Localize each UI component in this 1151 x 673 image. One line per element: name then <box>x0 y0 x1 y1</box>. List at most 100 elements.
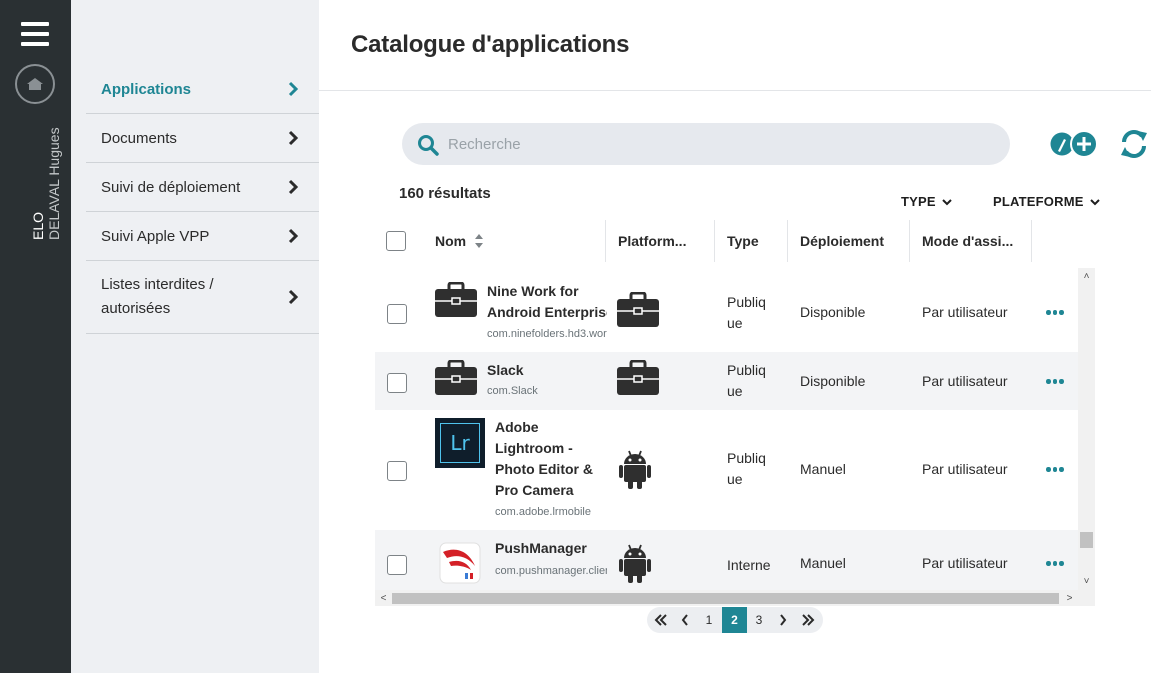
search-bar <box>402 123 1010 165</box>
platform-filter-dropdown[interactable]: PLATEFORME <box>993 194 1100 209</box>
add-application-button[interactable] <box>1050 130 1102 158</box>
column-header-deployment[interactable]: Déploiement <box>800 220 900 262</box>
chevron-right-icon <box>288 228 299 244</box>
type-filter-dropdown[interactable]: TYPE <box>901 194 952 209</box>
column-separator <box>714 220 715 262</box>
table-row[interactable]: Lr Adobe Lightroom - Photo Editor & Pro … <box>375 410 1078 530</box>
menu-item-documents[interactable]: Documents <box>86 114 319 163</box>
app-assignment-mode: Par utilisateur <box>922 461 1008 477</box>
app-package: com.Slack <box>487 385 538 397</box>
app-package: com.ninefolders.hd3.work <box>487 328 607 340</box>
app-type-line: Publiq <box>727 450 766 466</box>
platform-filter-label: PLATEFORME <box>993 194 1084 209</box>
menu-item-applications[interactable]: Applications <box>86 65 319 114</box>
user-info[interactable]: ELO DELAVAL Hugues <box>14 127 62 360</box>
column-header-name[interactable]: Nom <box>435 220 595 262</box>
menu-item-label-line: autorisées <box>101 300 171 317</box>
vertical-scrollbar[interactable]: ˄ ˅ <box>1078 268 1095 590</box>
chevron-right-icon <box>288 81 299 97</box>
app-name-line: Pro Camera <box>495 482 574 498</box>
app-name[interactable]: PushManager <box>495 538 607 559</box>
table-header: Nom Platform... Type Déploiement Mode d'… <box>375 220 1095 262</box>
page-1-button[interactable]: 1 <box>697 607 721 633</box>
app-type: Publiq ue <box>727 448 777 490</box>
column-header-platform[interactable]: Platform... <box>618 220 710 262</box>
app-type-line: Publiq <box>727 362 766 378</box>
app-assignment-mode: Par utilisateur <box>922 304 1008 320</box>
app-deployment: Manuel <box>800 461 846 477</box>
section-menu: Applications Documents Suivi de déploiem… <box>71 0 319 673</box>
scroll-left-arrow-icon[interactable]: < <box>375 590 392 606</box>
previous-page-icon[interactable] <box>673 607 697 633</box>
table-row[interactable]: PushManager com.pushmanager.client Inter… <box>375 530 1078 590</box>
table-row[interactable]: Nine Work for Android Enterprise com.nin… <box>375 268 1078 350</box>
app-package: com.adobe.lrmobile <box>495 506 591 518</box>
app-package: com.pushmanager.client <box>495 565 607 577</box>
first-page-icon[interactable] <box>649 607 673 633</box>
app-deployment: Disponible <box>800 304 866 320</box>
main-content: Catalogue d'applications 160 résultats T… <box>319 0 1151 673</box>
menu-item-apple-vpp[interactable]: Suivi Apple VPP <box>86 212 319 261</box>
column-header-label: Type <box>727 233 759 249</box>
page-title: Catalogue d'applications <box>351 31 630 58</box>
app-name-line: Photo Editor & <box>495 461 593 477</box>
scroll-down-arrow-icon[interactable]: ˅ <box>1078 573 1095 590</box>
horizontal-scrollbar[interactable]: < > <box>375 590 1095 606</box>
pagination: 1 2 3 <box>647 607 823 633</box>
chevron-right-icon <box>288 179 299 195</box>
app-name[interactable]: Slack <box>487 360 607 381</box>
vertical-scrollbar-thumb[interactable] <box>1080 532 1093 548</box>
lightroom-logo: Lr <box>440 423 480 463</box>
column-header-label: Nom <box>435 233 467 249</box>
column-header-type[interactable]: Type <box>727 220 787 262</box>
sort-icon[interactable] <box>474 233 484 249</box>
app-assignment-mode: Par utilisateur <box>922 555 1008 571</box>
search-input[interactable] <box>448 123 988 165</box>
more-options-icon[interactable] <box>1046 561 1064 567</box>
search-icon[interactable] <box>417 134 439 156</box>
more-options-icon[interactable] <box>1046 379 1064 385</box>
home-button[interactable] <box>15 64 55 104</box>
app-deployment: Disponible <box>800 373 866 389</box>
table-row[interactable]: Slack com.Slack Publiq ue Disponible Par… <box>375 352 1078 410</box>
toolbar <box>1050 128 1150 162</box>
column-header-label: Platform... <box>618 233 687 249</box>
column-header-label: Mode d'assi... <box>922 233 1014 249</box>
results-count: 160 résultats <box>399 185 491 202</box>
page-3-button[interactable]: 3 <box>747 607 771 633</box>
menu-item-blocklists[interactable]: Listes interdites / autorisées <box>86 261 319 334</box>
more-options-icon[interactable] <box>1046 467 1064 473</box>
more-options-icon[interactable] <box>1046 310 1064 316</box>
horizontal-scrollbar-thumb[interactable] <box>392 593 1059 604</box>
app-type: Publiq ue <box>727 360 777 402</box>
row-checkbox[interactable] <box>387 461 407 481</box>
column-header-assignment-mode[interactable]: Mode d'assi... <box>922 220 1022 262</box>
scroll-right-arrow-icon[interactable]: > <box>1061 590 1078 606</box>
briefcase-icon <box>617 360 659 395</box>
next-page-icon[interactable] <box>771 607 795 633</box>
app-name[interactable]: Nine Work for Android Enterprise <box>487 281 607 323</box>
app-name[interactable]: Adobe Lightroom - Photo Editor & Pro Cam… <box>495 417 605 501</box>
applications-table: Nine Work for Android Enterprise com.nin… <box>375 268 1095 606</box>
row-checkbox[interactable] <box>387 555 407 575</box>
row-checkbox[interactable] <box>387 304 407 324</box>
app-type: Publiq ue <box>727 292 777 334</box>
menu-item-deployment-tracking[interactable]: Suivi de déploiement <box>86 163 319 212</box>
lightroom-icon: Lr <box>435 418 485 468</box>
select-all-checkbox[interactable] <box>386 231 406 251</box>
last-page-icon[interactable] <box>795 607 821 633</box>
user-organization: ELO <box>30 211 46 240</box>
section-menu-list: Applications Documents Suivi de déploiem… <box>86 65 319 334</box>
menu-item-label: Applications <box>101 80 192 98</box>
page-2-button[interactable]: 2 <box>722 607 747 633</box>
scroll-up-arrow-icon[interactable]: ˄ <box>1078 268 1095 285</box>
type-filter-label: TYPE <box>901 194 936 209</box>
menu-item-label: Listes interdites / autorisées <box>101 273 214 321</box>
app-assignment-mode: Par utilisateur <box>922 373 1008 389</box>
app-name-line: Adobe <box>495 419 539 435</box>
android-icon <box>619 544 651 583</box>
column-separator <box>909 220 910 262</box>
hamburger-menu-icon[interactable] <box>21 22 49 46</box>
row-checkbox[interactable] <box>387 373 407 393</box>
refresh-icon[interactable] <box>1118 128 1150 160</box>
